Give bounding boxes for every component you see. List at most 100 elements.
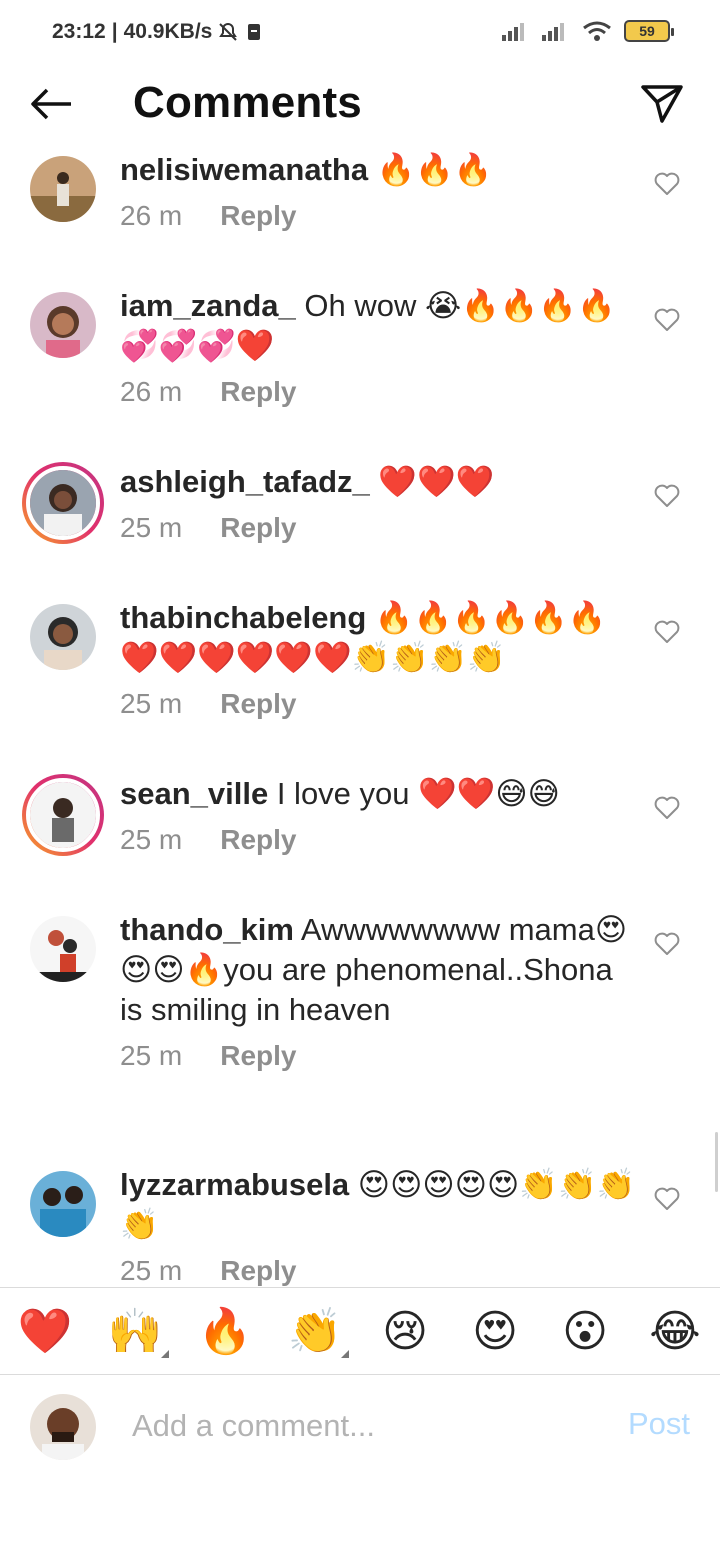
avatar-with-story-ring[interactable] bbox=[22, 462, 104, 544]
comment-username[interactable]: thabinchabeleng bbox=[120, 600, 366, 635]
share-button[interactable] bbox=[638, 80, 686, 128]
reply-button[interactable]: Reply bbox=[220, 1040, 296, 1072]
arrow-left-icon bbox=[31, 88, 71, 120]
reaction-raising-hands-glyph: 🙌 bbox=[107, 1307, 163, 1356]
comment-item: ashleigh_tafadz_ ❤️❤️❤️ 25 m Reply bbox=[0, 462, 720, 598]
reply-button[interactable]: Reply bbox=[220, 376, 296, 408]
reaction-clap[interactable]: 👏 bbox=[285, 1302, 349, 1362]
comment-meta: 25 m Reply bbox=[120, 824, 640, 856]
mute-icon bbox=[219, 22, 238, 41]
comment-meta: 25 m Reply bbox=[120, 1255, 640, 1286]
comment-time: 25 m bbox=[120, 824, 183, 855]
comment-body: iam_zanda_ Oh wow 😭🔥🔥🔥🔥💞💞💞❤️ 26 m Reply bbox=[120, 286, 640, 408]
battery-icon: 59 bbox=[624, 20, 674, 42]
reaction-laughing[interactable]: 😂 bbox=[645, 1302, 705, 1362]
comment-username[interactable]: iam_zanda_ bbox=[120, 288, 296, 323]
comment-text: nelisiwemanatha 🔥🔥🔥 bbox=[120, 150, 640, 190]
page-title: Comments bbox=[133, 78, 362, 127]
comment-item: nelisiwemanatha 🔥🔥🔥 26 m Reply bbox=[0, 150, 720, 286]
paper-plane-icon bbox=[641, 85, 683, 123]
avatar[interactable] bbox=[30, 156, 96, 222]
reply-button[interactable]: Reply bbox=[220, 512, 296, 544]
avatar-with-story-ring[interactable] bbox=[22, 774, 104, 856]
comment-message: ❤️❤️❤️ bbox=[369, 464, 495, 499]
status-bar: 23:12 | 40.9KB/s 59 bbox=[0, 0, 720, 66]
reaction-surprised[interactable]: 😮 bbox=[555, 1302, 615, 1362]
status-network-speed: 40.9KB/s bbox=[123, 20, 213, 43]
post-button[interactable]: Post bbox=[628, 1406, 690, 1442]
comment-input[interactable] bbox=[132, 1404, 592, 1448]
comments-list[interactable]: nelisiwemanatha 🔥🔥🔥 26 m Reply iam_zanda… bbox=[0, 150, 720, 1286]
quick-reactions-bar: ❤️ 🙌 🔥 👏 😢 😍 😮 😂 bbox=[0, 1287, 720, 1375]
comment-body: sean_ville I love you ❤️❤️😅😅 25 m Reply bbox=[120, 774, 640, 856]
my-avatar bbox=[30, 1394, 96, 1460]
comment-text: thabinchabeleng 🔥🔥🔥🔥🔥🔥❤️❤️❤️❤️❤️❤️👏👏👏👏 bbox=[120, 598, 640, 678]
reply-button[interactable]: Reply bbox=[220, 200, 296, 232]
comment-meta: 26 m Reply bbox=[120, 376, 640, 408]
reaction-heart-eyes[interactable]: 😍 bbox=[465, 1302, 525, 1362]
heart-icon[interactable] bbox=[654, 932, 680, 956]
heart-icon[interactable] bbox=[654, 620, 680, 644]
comment-username[interactable]: lyzzarmabusela bbox=[120, 1167, 349, 1202]
comment-meta: 25 m Reply bbox=[120, 688, 640, 720]
wifi-icon bbox=[583, 21, 611, 41]
avatar[interactable] bbox=[30, 292, 96, 358]
sim-icon bbox=[248, 24, 261, 40]
signal-icon bbox=[542, 23, 564, 41]
comment-item: iam_zanda_ Oh wow 😭🔥🔥🔥🔥💞💞💞❤️ 26 m Reply bbox=[0, 286, 720, 462]
reply-button[interactable]: Reply bbox=[220, 1255, 296, 1286]
comment-text: iam_zanda_ Oh wow 😭🔥🔥🔥🔥💞💞💞❤️ bbox=[120, 286, 640, 366]
comment-time: 25 m bbox=[120, 1040, 183, 1071]
avatar[interactable] bbox=[30, 916, 96, 982]
signal-icon bbox=[502, 23, 524, 41]
comment-text: ashleigh_tafadz_ ❤️❤️❤️ bbox=[120, 462, 640, 502]
comment-text: lyzzarmabusela 😍😍😍😍😍👏👏👏👏 bbox=[120, 1165, 640, 1245]
status-right: 59 bbox=[502, 20, 674, 42]
comment-username[interactable]: thando_kim bbox=[120, 912, 294, 947]
comment-item: sean_ville I love you ❤️❤️😅😅 25 m Reply bbox=[0, 774, 720, 910]
comment-time: 25 m bbox=[120, 512, 183, 543]
reaction-raising-hands[interactable]: 🙌 bbox=[105, 1302, 169, 1362]
reaction-crying[interactable]: 😢 bbox=[375, 1302, 435, 1362]
comment-username[interactable]: sean_ville bbox=[120, 776, 268, 811]
heart-icon[interactable] bbox=[654, 308, 680, 332]
skin-tone-indicator bbox=[341, 1350, 349, 1358]
reply-button[interactable]: Reply bbox=[220, 688, 296, 720]
status-left: 23:12 | 40.9KB/s bbox=[52, 20, 264, 44]
comment-time: 26 m bbox=[120, 376, 183, 407]
comment-body: thabinchabeleng 🔥🔥🔥🔥🔥🔥❤️❤️❤️❤️❤️❤️👏👏👏👏 2… bbox=[120, 598, 640, 720]
comment-body: lyzzarmabusela 😍😍😍😍😍👏👏👏👏 25 m Reply bbox=[120, 1165, 640, 1286]
comment-body: thando_kim Awwwwwwww mama😍😍😍🔥you are phe… bbox=[120, 910, 640, 1072]
comment-meta: 25 m Reply bbox=[120, 1040, 640, 1072]
heart-icon[interactable] bbox=[654, 172, 680, 196]
comment-text: sean_ville I love you ❤️❤️😅😅 bbox=[120, 774, 640, 814]
reaction-clap-glyph: 👏 bbox=[287, 1307, 343, 1356]
comment-username[interactable]: nelisiwemanatha bbox=[120, 152, 368, 187]
reaction-heart[interactable]: ❤️ bbox=[15, 1302, 75, 1362]
back-button[interactable] bbox=[26, 82, 76, 126]
avatar[interactable] bbox=[30, 604, 96, 670]
comment-item: thabinchabeleng 🔥🔥🔥🔥🔥🔥❤️❤️❤️❤️❤️❤️👏👏👏👏 2… bbox=[0, 598, 720, 774]
status-separator: | bbox=[111, 20, 118, 43]
comment-meta: 26 m Reply bbox=[120, 200, 640, 232]
heart-icon[interactable] bbox=[654, 1187, 680, 1211]
avatar[interactable] bbox=[30, 1171, 96, 1237]
status-time: 23:12 bbox=[52, 20, 106, 43]
reaction-fire[interactable]: 🔥 bbox=[195, 1302, 255, 1362]
comment-composer: Post bbox=[0, 1376, 720, 1476]
heart-icon[interactable] bbox=[654, 484, 680, 508]
comment-text: thando_kim Awwwwwwww mama😍😍😍🔥you are phe… bbox=[120, 910, 640, 1030]
comment-time: 26 m bbox=[120, 200, 183, 231]
skin-tone-indicator bbox=[161, 1350, 169, 1358]
comment-time: 25 m bbox=[120, 688, 183, 719]
comment-message: 🔥🔥🔥 bbox=[368, 152, 493, 187]
header: Comments bbox=[0, 66, 720, 142]
comment-time: 25 m bbox=[120, 1255, 183, 1286]
scrollbar[interactable] bbox=[715, 1132, 718, 1192]
heart-icon[interactable] bbox=[654, 796, 680, 820]
reply-button[interactable]: Reply bbox=[220, 824, 296, 856]
comment-username[interactable]: ashleigh_tafadz_ bbox=[120, 464, 370, 499]
comment-meta: 25 m Reply bbox=[120, 512, 640, 544]
comment-item: lyzzarmabusela 😍😍😍😍😍👏👏👏👏 25 m Reply bbox=[0, 1165, 720, 1286]
battery-level: 59 bbox=[639, 23, 655, 39]
